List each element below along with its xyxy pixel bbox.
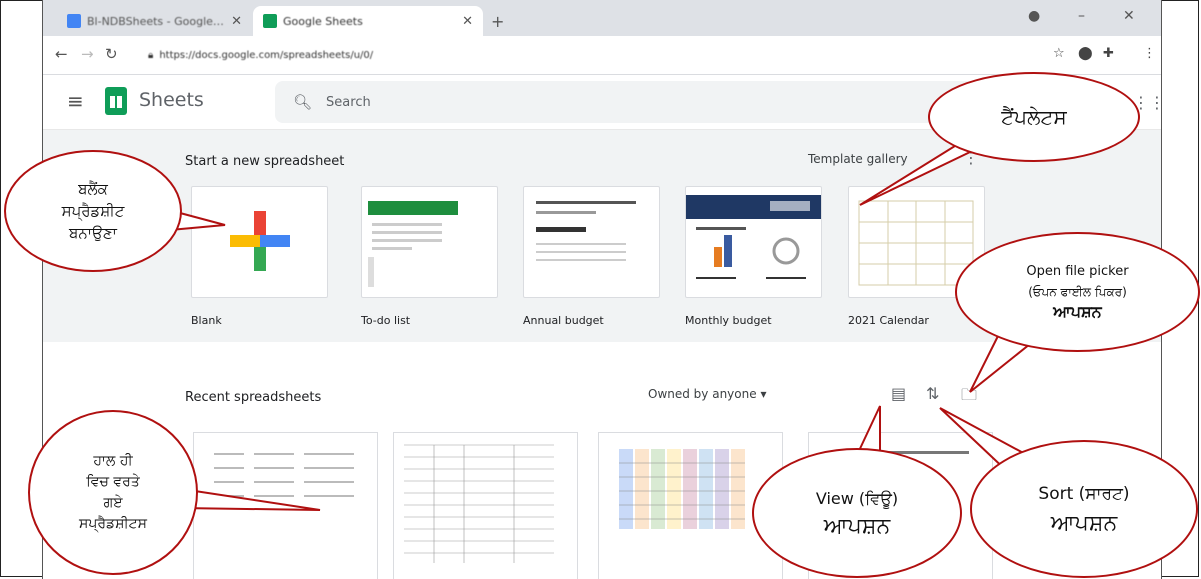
sort-icon[interactable]: ⇅: [926, 384, 939, 403]
callout-recent-spreadsheets: ਹਾਲ ਹੀ ਵਿਚ ਵਰਤੇ ਗਏ ਸਪ੍ਰੈਡਸ਼ੀਟਸ: [28, 410, 198, 575]
callout-text: ਟੈਂਪਲੇਟਸ: [1001, 105, 1067, 129]
search-placeholder: Search: [326, 94, 371, 110]
callout-text: ਵਿਚ ਵਰਤੇ: [86, 473, 140, 490]
file-thumbnail: [214, 453, 354, 497]
sheets-logo-icon[interactable]: [105, 87, 127, 115]
view-toggle-icon[interactable]: ▤: [891, 384, 906, 403]
sheets-favicon-icon: [263, 14, 277, 28]
back-icon[interactable]: ←: [55, 45, 68, 63]
todo-thumbnail: [368, 201, 458, 287]
lock-icon: 🔒︎: [148, 49, 154, 61]
template-blank-card[interactable]: [191, 186, 328, 298]
recent-file-card[interactable]: [193, 432, 378, 579]
search-icon: 🔍︎: [293, 93, 313, 111]
minimize-icon[interactable]: –: [1078, 8, 1085, 24]
callout-text: ਹਾਲ ਹੀ: [93, 452, 133, 469]
open-file-picker-icon[interactable]: 🗀: [961, 384, 977, 411]
tab-inactive[interactable]: Bl-NDBSheets - Google Sheets ✕: [57, 6, 252, 36]
callout-text: ਸਪ੍ਰੈਡਸ਼ੀਟ: [61, 202, 125, 220]
callout-text: ਆਪਸ਼ਨ: [1053, 302, 1102, 321]
close-tab-icon[interactable]: ✕: [462, 14, 473, 29]
template-todo-card[interactable]: [361, 186, 498, 298]
template-label: Annual budget: [523, 314, 604, 327]
template-section-title: Start a new spreadsheet: [185, 154, 345, 169]
template-label: To-do list: [361, 314, 411, 327]
callout-blank-spreadsheet: ਬਲੈਂਕ ਸਪ੍ਰੈਡਸ਼ੀਟ ਬਨਾਉਣਾ: [4, 150, 182, 272]
tab-strip: Bl-NDBSheets - Google Sheets ✕ Google Sh…: [43, 0, 1161, 36]
callout-text: View (ਵਿਊ): [815, 489, 899, 508]
callout-text: ਸਪ੍ਰੈਡਸ਼ੀਟਸ: [79, 515, 147, 532]
callout-text: Open file picker: [1026, 264, 1129, 279]
callout-text: ਬਲੈਂਕ: [78, 180, 108, 198]
puzzle-icon[interactable]: ✚: [1103, 46, 1114, 61]
monthly-budget-thumbnail: [686, 195, 821, 279]
template-label: Blank: [191, 314, 222, 327]
tab-title: Google Sheets: [283, 14, 363, 28]
reload-icon[interactable]: ↻: [105, 45, 118, 63]
tab-title: Bl-NDBSheets - Google Sheets: [87, 14, 225, 28]
new-tab-icon[interactable]: +: [491, 12, 504, 31]
recent-section-title: Recent spreadsheets: [185, 390, 322, 405]
template-label: Monthly budget: [685, 314, 772, 327]
file-thumbnail: [404, 444, 554, 563]
owner-filter-label: Owned by anyone: [648, 387, 757, 401]
extension-icon[interactable]: ⬤: [1078, 46, 1093, 61]
callout-text: Sort (ਸਾਰਟ): [1038, 484, 1130, 504]
recent-file-card[interactable]: [393, 432, 578, 579]
docs-favicon-icon: [67, 14, 81, 28]
forward-icon[interactable]: →: [81, 45, 94, 63]
callout-text: (ਓਪਨ ਫਾਈਲ ਪਿਕਰ): [1028, 285, 1127, 299]
url-field[interactable]: 🔒︎ https://docs.google.com/spreadsheets/…: [138, 43, 1038, 67]
callout-sort-option: Sort (ਸਾਰਟ) ਆਪਸ਼ਨ: [970, 440, 1198, 578]
template-annual-budget-card[interactable]: [523, 186, 660, 298]
address-bar-row: ← → ↻ 🔒︎ https://docs.google.com/spreads…: [43, 36, 1161, 75]
callout-text: ਆਪਸ਼ਨ: [1050, 511, 1118, 536]
callout-text: ਆਪਸ਼ਨ: [823, 514, 891, 539]
callout-view-option: View (ਵਿਊ) ਆਪਸ਼ਨ: [752, 448, 962, 578]
url-text: https://docs.google.com/spreadsheets/u/0…: [159, 49, 374, 61]
main-menu-icon[interactable]: ≡: [67, 89, 84, 113]
callout-text: ਬਨਾਉਣਾ: [69, 224, 117, 242]
app-name: Sheets: [139, 89, 204, 111]
template-monthly-budget-card[interactable]: [685, 186, 822, 298]
callout-templates: ਟੈਂਪਲੇਟਸ: [928, 72, 1140, 162]
template-gallery-button[interactable]: Template gallery: [808, 152, 908, 166]
dropdown-arrow-icon: ▾: [760, 387, 767, 401]
plus-icon: [230, 211, 290, 271]
callout-text: ਗਏ: [103, 494, 123, 511]
tab-active[interactable]: Google Sheets ✕: [253, 6, 483, 36]
template-label: 2021 Calendar: [848, 314, 929, 327]
annual-budget-thumbnail: [536, 201, 636, 261]
star-icon[interactable]: ☆: [1053, 46, 1065, 61]
close-tab-icon[interactable]: ✕: [231, 14, 242, 29]
menu-dots-icon[interactable]: ⋮: [1143, 46, 1156, 61]
close-window-icon[interactable]: ✕: [1123, 8, 1135, 24]
profile-icon[interactable]: ●: [1028, 8, 1040, 24]
callout-open-file-picker: Open file picker (ਓਪਨ ਫਾਈਲ ਪਿਕਰ) ਆਪਸ਼ਨ: [955, 232, 1200, 352]
owner-filter-dropdown[interactable]: Owned by anyone ▾: [648, 387, 766, 401]
